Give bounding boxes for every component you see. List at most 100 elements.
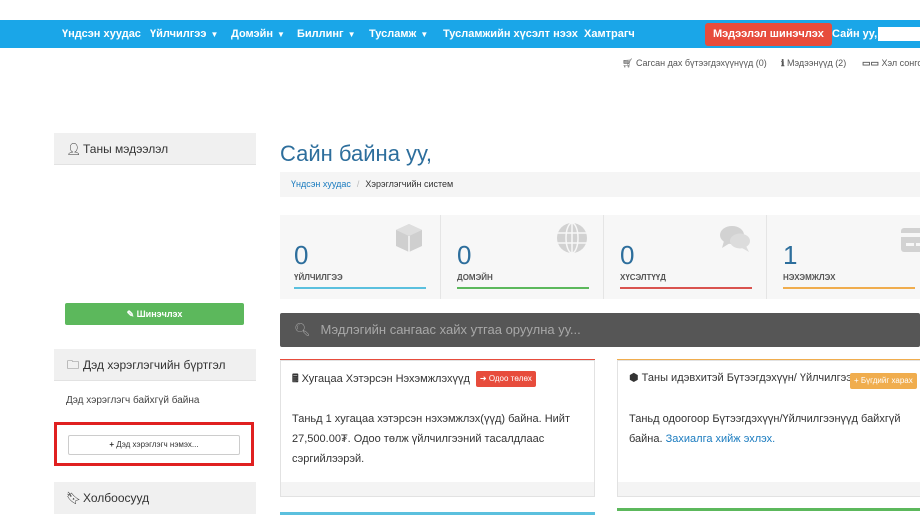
notices-link[interactable]: ℹ Мэдээнүүд (2) xyxy=(781,58,846,72)
search-placeholder: Мэдлэгийн сангаас хайх утгаа оруулна уу.… xyxy=(320,322,581,337)
tile-services[interactable]: 0 ҮЙЛЧИЛГЭЭ xyxy=(280,215,441,299)
highlight-box: + Дэд хэрэглэгч нэмэх... xyxy=(54,422,254,466)
tile-invoices-value: 1 xyxy=(783,240,798,270)
arrow-right-icon: ➜ xyxy=(479,374,487,383)
tile-domains-value: 0 xyxy=(457,240,472,270)
caret-down-icon: ▼ xyxy=(277,30,285,39)
nav-domains-label: Домэйн xyxy=(231,28,274,40)
nav-domains[interactable]: Домэйн ▼ xyxy=(231,20,285,48)
nav-support-label: Тусламж xyxy=(369,28,417,40)
nav-services[interactable]: Үйлчилгээ ▼ xyxy=(150,20,218,48)
nav-support[interactable]: Тусламж ▼ xyxy=(369,20,428,48)
pencil-icon: ✎ xyxy=(126,309,135,319)
overdue-invoices-text: Таньд 1 хугацаа хэтэрсэн нэхэмжлэх(үүд) … xyxy=(292,413,570,465)
subaccounts-title: Дэд хэрэглэгчийн бүртгэл xyxy=(83,358,226,372)
globe-icon xyxy=(557,222,587,254)
overdue-invoices-header: 🖩 Хугацаа Хэтэрсэн Нэхэмжлэхүүд ➜ Одоо тө… xyxy=(281,361,594,403)
cart-label: Сагсан дах бүтээгдэхүүнүүд (0) xyxy=(635,58,767,68)
update-profile-button[interactable]: ✎ Шинэчлэх xyxy=(65,303,244,325)
tile-domains-label: ДОМЭЙН xyxy=(457,273,493,282)
tile-tickets[interactable]: 0 ХҮСЭЛТҮҮД xyxy=(606,215,767,299)
tile-invoices[interactable]: 1 НЭХЭМЖЛЭХ xyxy=(769,215,920,299)
your-info-title: Таны мэдээлэл xyxy=(83,142,169,156)
nav-home[interactable]: Үндсэн хуудас xyxy=(62,20,141,48)
pay-now-label: Одоо төлөх xyxy=(488,374,532,383)
nav-home-label: Үндсэн хуудас xyxy=(62,28,141,40)
update-info-button[interactable]: Мэдээлэл шинэчлэх xyxy=(705,23,832,46)
language-label: Хэл сонго xyxy=(881,58,920,68)
redacted-username xyxy=(878,27,920,42)
active-products-text: Таньд одоогоор Бүтээгдэхүүн/Үйлчилгээнүү… xyxy=(618,403,920,449)
add-subaccount-label: Дэд хэрэглэгч нэмэх... xyxy=(116,440,199,449)
links-panel: 🔖︎ Холбоосууд xyxy=(54,482,256,518)
caret-down-icon: ▼ xyxy=(347,30,356,39)
tile-domains-bar xyxy=(457,287,589,289)
active-products-header: ⬢ Таны идэвхитэй Бүтээгдэхүүн/ Үйлчилгээ… xyxy=(618,361,920,403)
active-products-card: ⬢ Таны идэвхитэй Бүтээгдэхүүн/ Үйлчилгээ… xyxy=(617,360,920,497)
page-title: Сайн байна уу, xyxy=(280,141,432,166)
next-card-accent-green xyxy=(617,508,920,511)
plus-icon: + xyxy=(109,440,115,449)
calculator-icon: 🖩 xyxy=(292,373,299,385)
links-header: 🔖︎ Холбоосууд xyxy=(54,482,256,514)
overdue-invoices-card: 🖩 Хугацаа Хэтэрсэн Нэхэмжлэхүүд ➜ Одоо тө… xyxy=(280,360,595,497)
stats-tiles: 0 ҮЙЛЧИЛГЭЭ 0 ДОМЭЙН 0 ХҮСЭЛТҮҮД 1 НЭХЭМ… xyxy=(280,215,920,299)
your-info-panel: 👤︎ Таны мэдээлэл ✎ Шинэчлэх xyxy=(54,133,256,330)
tile-tickets-label: ХҮСЭЛТҮҮД xyxy=(620,273,666,282)
view-all-button[interactable]: + Бүгдийг харах xyxy=(850,373,917,389)
start-order-link[interactable]: Захиалга хийж эхлэх. xyxy=(666,433,776,445)
nav-affiliates-label: Хамтрагч xyxy=(584,28,635,40)
plus-icon: + xyxy=(854,376,859,385)
breadcrumb-separator: / xyxy=(356,179,360,189)
user-icon: 👤︎ xyxy=(66,142,82,156)
links-title: Холбоосууд xyxy=(83,491,150,505)
breadcrumb-home[interactable]: Үндсэн хуудас xyxy=(291,179,351,189)
subaccounts-header: 🗀 Дэд хэрэглэгчийн бүртгэл xyxy=(54,349,256,381)
folder-icon: 🗀 xyxy=(66,358,79,372)
top-header: Үндсэн хуудас Үйлчилгээ ▼ Домэйн ▼ Биллинг… xyxy=(0,0,920,48)
user-greeting[interactable]: Сайн уу, xyxy=(832,20,920,48)
breadcrumb: Үндсэн хуудас / Хэрэглэгчийн систем xyxy=(280,172,920,197)
add-subaccount-button[interactable]: + Дэд хэрэглэгч нэмэх... xyxy=(68,435,240,455)
active-products-title: Таны идэвхитэй Бүтээгдэхүүн/ Үйлчилгээнү… xyxy=(641,372,876,384)
tile-services-label: ҮЙЛЧИЛГЭЭ xyxy=(294,273,343,282)
next-card-accent-blue xyxy=(280,512,595,515)
cube-small-icon: ⬢ xyxy=(629,372,639,384)
nav-billing[interactable]: Биллинг ▼ xyxy=(297,20,356,48)
card-footer xyxy=(618,482,920,496)
bookmark-icon: 🔖︎ xyxy=(66,491,82,505)
nav-services-label: Үйлчилгээ xyxy=(150,28,207,40)
pay-now-button[interactable]: ➜ Одоо төлөх xyxy=(475,371,536,387)
nav-affiliates[interactable]: Хамтрагч xyxy=(584,20,635,48)
tile-invoices-label: НЭХЭМЖЛЭХ xyxy=(783,273,836,282)
nav-open-ticket[interactable]: Тусламжийн хүсэлт нээх xyxy=(443,20,578,48)
greeting-text: Сайн уу, xyxy=(832,28,878,40)
tile-invoices-bar xyxy=(783,287,915,289)
tile-domains[interactable]: 0 ДОМЭЙН xyxy=(443,215,604,299)
your-info-header: 👤︎ Таны мэдээлэл xyxy=(54,133,256,165)
tile-services-bar xyxy=(294,287,426,289)
tile-tickets-bar xyxy=(620,287,752,289)
nav-billing-label: Биллинг xyxy=(297,28,344,40)
caret-down-icon: ▼ xyxy=(210,30,219,39)
cube-icon xyxy=(396,224,422,252)
cart-icon: 🛒︎ xyxy=(622,58,634,68)
caret-down-icon: ▼ xyxy=(420,30,429,39)
language-icon: ▭▭ xyxy=(862,58,880,68)
search-icon: 🔍︎ xyxy=(294,322,311,337)
language-link[interactable]: ▭▭ Хэл сонго xyxy=(862,58,920,72)
view-all-label: Бүгдийг харах xyxy=(860,376,913,385)
info-icon: ℹ xyxy=(781,58,785,68)
nav-open-ticket-label: Тусламжийн хүсэлт нээх xyxy=(443,28,578,40)
card-icon xyxy=(901,228,920,252)
chat-icon xyxy=(720,226,750,252)
cart-link[interactable]: 🛒︎ Сагсан дах бүтээгдэхүүнүүд (0) xyxy=(622,58,767,72)
card-footer xyxy=(281,482,594,496)
subaccounts-empty-text: Дэд хэрэглэгч байхгүй байна xyxy=(66,395,200,406)
tile-services-value: 0 xyxy=(294,240,309,270)
notices-label: Мэдээнүүд (2) xyxy=(786,58,847,68)
overdue-invoices-title: Хугацаа Хэтэрсэн Нэхэмжлэхүүд xyxy=(301,373,470,385)
kb-search-input[interactable]: 🔍︎ Мэдлэгийн сангаас хайх утгаа оруулна у… xyxy=(280,313,920,347)
update-profile-label: Шинэчлэх xyxy=(136,309,183,319)
breadcrumb-current: Хэрэглэгчийн систем xyxy=(365,179,454,189)
